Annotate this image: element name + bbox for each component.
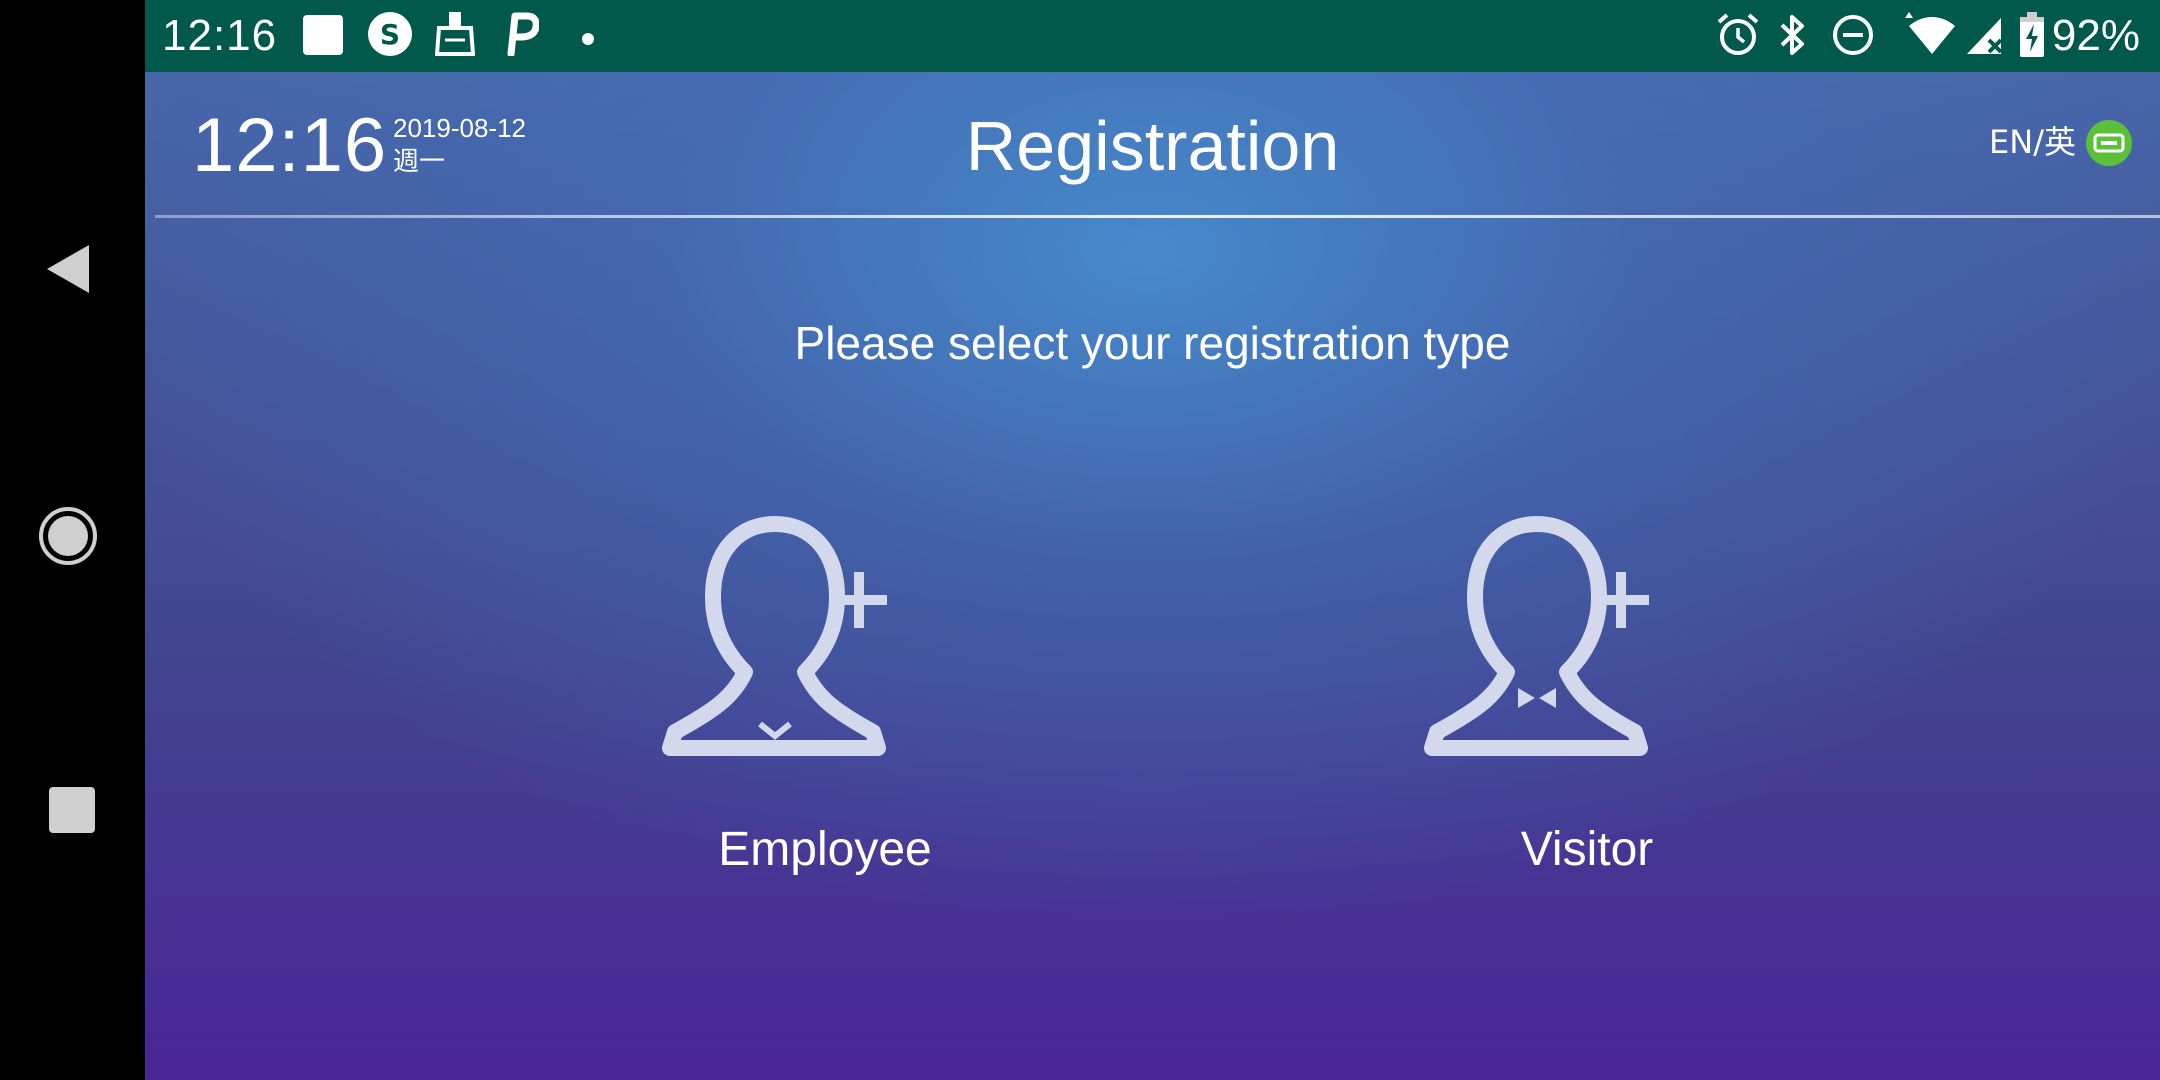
back-icon[interactable] xyxy=(47,245,89,293)
dot-icon xyxy=(582,30,594,49)
add-visitor-icon xyxy=(1424,516,1649,756)
employee-option-button[interactable]: Employee xyxy=(645,492,1005,912)
image-icon xyxy=(302,14,344,60)
battery-percent: 92% xyxy=(2051,11,2140,60)
home-dot xyxy=(48,516,88,556)
registration-prompt: Please select your registration type xyxy=(794,317,1511,369)
add-employee-icon xyxy=(662,516,887,756)
visitor-option-button[interactable]: Visitor xyxy=(1407,492,1767,912)
s-app-icon: S xyxy=(367,11,413,61)
status-time: 12:16 xyxy=(162,11,278,60)
status-bar: 12:16 S 92% xyxy=(145,0,2160,72)
alarm-icon xyxy=(1715,12,1761,62)
header-divider xyxy=(155,215,2160,218)
bluetooth-icon xyxy=(1777,12,1807,62)
signal-icon xyxy=(1965,14,2005,60)
svg-text:S: S xyxy=(380,18,400,51)
cleaner-icon xyxy=(434,10,476,60)
navigation-bar xyxy=(0,0,145,1080)
battery-charging-icon xyxy=(2019,12,2045,62)
p-app-icon xyxy=(503,12,540,60)
recents-icon[interactable] xyxy=(49,787,95,833)
dnd-icon xyxy=(1832,14,1874,60)
screen: 12:16 S 92% 12:16 2019-08-12 週一 Registra… xyxy=(0,0,2160,1080)
wifi-icon xyxy=(1893,12,1957,62)
page-title: Registration xyxy=(965,107,1340,185)
registration-screen: 12:16 2019-08-12 週一 Registration EN/英 Pl… xyxy=(145,72,2160,1080)
link-icon[interactable] xyxy=(2086,120,2132,166)
employee-label: Employee xyxy=(718,823,932,876)
language-toggle[interactable]: EN/英 xyxy=(1989,122,2076,162)
visitor-label: Visitor xyxy=(1520,823,1654,876)
home-icon[interactable] xyxy=(39,507,139,573)
